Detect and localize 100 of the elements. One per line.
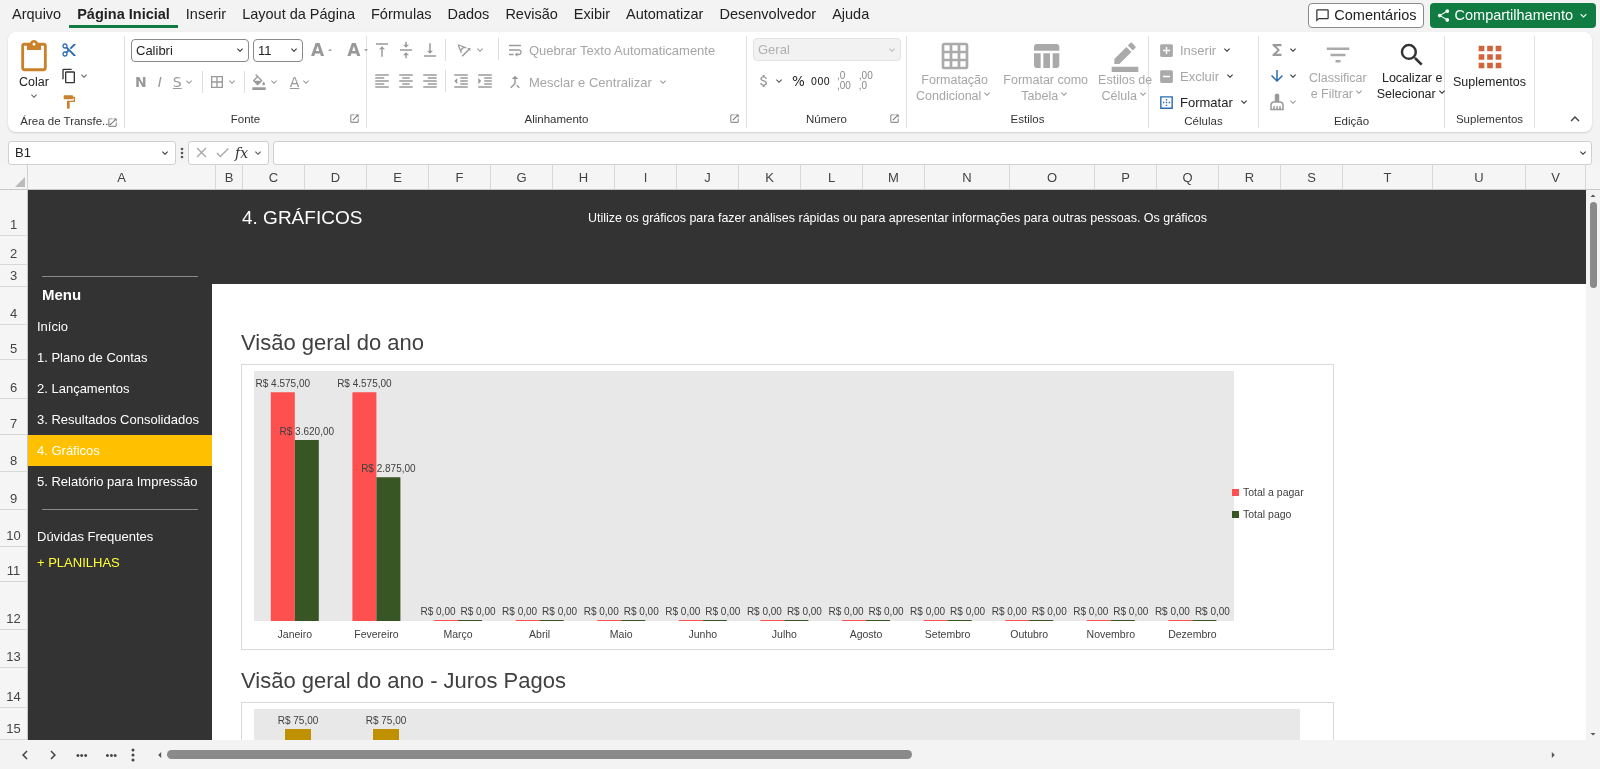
group-label: Estilos <box>1010 113 1045 125</box>
promo-link[interactable]: + PLANILHAS <box>28 549 212 575</box>
rotated-text-icon <box>455 41 473 59</box>
formula-input[interactable] <box>273 140 1592 165</box>
column-header[interactable]: J <box>677 165 739 189</box>
menu-tab[interactable]: Página Inicial <box>69 2 178 28</box>
more-sheets-button[interactable]: ••• <box>101 748 122 761</box>
row-header[interactable]: 1 <box>0 190 27 236</box>
font-name-field[interactable]: Calibri <box>131 38 249 62</box>
column-header[interactable]: T <box>1343 165 1433 189</box>
thousands-button[interactable]: 000 <box>808 75 832 87</box>
data-label: R$ 0,00 <box>950 606 986 617</box>
menu-tab[interactable]: Dados <box>439 2 498 28</box>
menu-item[interactable]: 2. Lançamentos <box>28 373 212 404</box>
chart-heading: Visão geral do ano - Juros Pagos <box>241 667 567 695</box>
column-header[interactable]: K <box>739 165 801 189</box>
row-header[interactable]: 12 <box>0 582 27 630</box>
data-label: R$ 0,00 <box>460 606 496 617</box>
column-header[interactable]: D <box>305 165 367 189</box>
row-header[interactable]: 2 <box>0 236 27 265</box>
decimal-button[interactable]: ,00 ,0 <box>855 69 876 93</box>
dialog-launcher-icon[interactable] <box>349 113 360 124</box>
group-label: Fonte <box>230 113 261 125</box>
decimal-button[interactable]: ,0 ,00 <box>833 69 854 93</box>
copy-icon <box>61 68 77 84</box>
data-label: R$ 0,00 <box>1073 606 1109 617</box>
row-header[interactable]: 3 <box>0 265 27 287</box>
column-header[interactable]: Q <box>1157 165 1219 189</box>
column-header[interactable]: C <box>243 165 305 189</box>
data-label: R$ 0,00 <box>705 606 741 617</box>
comments-button[interactable]: Comentários <box>1308 2 1424 28</box>
menu-tab[interactable]: Layout da Página <box>234 2 363 28</box>
data-label: R$ 75,00 <box>277 715 319 727</box>
column-header[interactable]: P <box>1095 165 1157 189</box>
axis-label: Setembro <box>924 628 971 640</box>
percent-button[interactable]: % <box>790 73 807 89</box>
column-header[interactable]: L <box>801 165 863 189</box>
menu-tab[interactable]: Ajuda <box>824 2 878 28</box>
column-header[interactable]: U <box>1433 165 1526 189</box>
row-header[interactable]: 10 <box>0 510 27 547</box>
insert-function-label[interactable]: fx <box>235 144 249 161</box>
menu-item[interactable]: 5. Relatório para Impressão <box>28 466 212 497</box>
row-header[interactable]: 14 <box>0 668 27 708</box>
axis-label: Janeiro <box>277 628 313 640</box>
column-header[interactable]: E <box>367 165 429 189</box>
column-header[interactable]: I <box>615 165 677 189</box>
menu-item[interactable]: 3. Resultados Consolidados <box>28 404 212 435</box>
find-select-button[interactable]: Localizar e Selecionar <box>1373 38 1451 114</box>
column-header[interactable]: O <box>1010 165 1095 189</box>
column-header[interactable]: S <box>1281 165 1343 189</box>
menu-item[interactable]: 1. Plano de Contas <box>28 342 212 373</box>
share-button[interactable]: Compartilhamento <box>1429 2 1596 28</box>
scrollbar-thumb[interactable] <box>1589 202 1597 288</box>
row-header[interactable]: 7 <box>0 399 27 435</box>
more-icon[interactable] <box>180 146 184 159</box>
dialog-launcher-icon[interactable] <box>889 113 900 124</box>
menu-item[interactable]: Início <box>28 311 212 342</box>
column-header[interactable]: F <box>429 165 491 189</box>
row-header[interactable]: 5 <box>0 325 27 360</box>
column-header[interactable]: R <box>1219 165 1281 189</box>
scrollbar-thumb[interactable] <box>167 750 913 759</box>
menu-tab[interactable]: Fórmulas <box>363 2 440 28</box>
column-header[interactable]: H <box>553 165 615 189</box>
column-header[interactable]: A <box>28 165 216 189</box>
vertical-scrollbar[interactable] <box>1586 190 1600 740</box>
row-header[interactable]: 8 <box>0 435 27 472</box>
menu-tab[interactable]: Arquivo <box>4 2 70 28</box>
data-label: R$ 2.875,00 <box>361 463 416 475</box>
legend-swatch <box>1232 511 1239 518</box>
cells-button[interactable]: Formatar <box>1155 90 1253 114</box>
dialog-launcher-icon[interactable] <box>729 113 740 124</box>
menu-tab[interactable]: Desenvolvedor <box>711 2 825 28</box>
menu-tab[interactable]: Inserir <box>177 2 235 28</box>
name-box[interactable]: B1 <box>8 140 176 165</box>
more-icon[interactable] <box>131 747 136 762</box>
menu-item[interactable]: Dúvidas Frequentes <box>28 523 212 549</box>
row-header[interactable]: 9 <box>0 472 27 510</box>
column-header[interactable]: N <box>925 165 1010 189</box>
row-header[interactable]: 13 <box>0 630 27 668</box>
column-header[interactable]: G <box>491 165 553 189</box>
legend-label: Total a pagar <box>1243 486 1304 498</box>
row-header[interactable]: 4 <box>0 287 27 325</box>
borders-icon <box>208 74 225 90</box>
row-header[interactable]: 15 <box>0 708 27 740</box>
font-size-field[interactable]: 11 <box>253 38 303 62</box>
select-all-triangle-icon[interactable] <box>15 177 25 187</box>
column-header[interactable]: V <box>1526 165 1586 189</box>
add-ins-button[interactable]: Suplementos <box>1450 38 1529 110</box>
row-header[interactable]: 6 <box>0 360 27 399</box>
axis-label: Agosto <box>849 628 883 640</box>
data-label: R$ 0,00 <box>910 606 946 617</box>
column-header[interactable]: B <box>216 165 243 189</box>
more-sheets-button[interactable]: ••• <box>72 748 92 761</box>
paste-button[interactable]: Colar <box>14 38 54 114</box>
comment-icon <box>1315 7 1331 23</box>
menu-tab[interactable]: Automatizar <box>618 2 712 28</box>
row-header[interactable]: 11 <box>0 547 27 582</box>
menu-tab[interactable]: Revisão <box>497 2 566 28</box>
column-header[interactable]: M <box>863 165 925 189</box>
menu-tab[interactable]: Exibir <box>565 2 619 28</box>
